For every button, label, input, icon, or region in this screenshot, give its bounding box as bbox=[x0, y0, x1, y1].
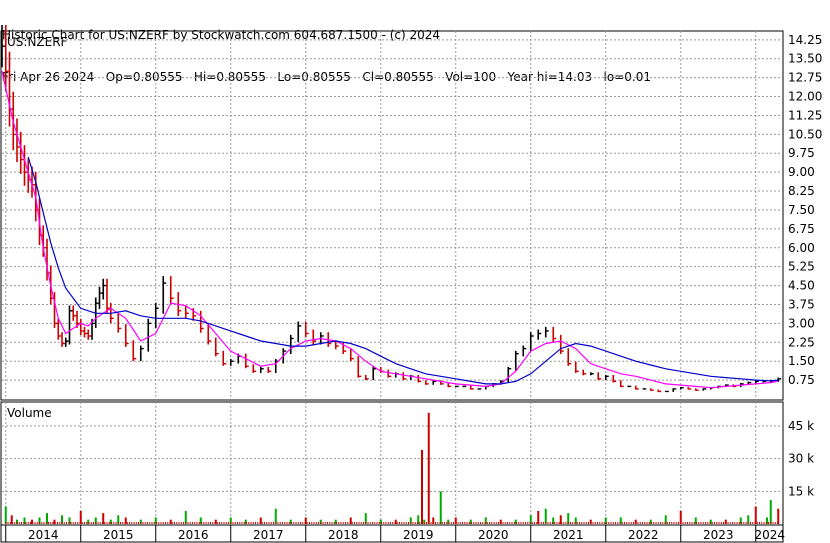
volume-grid bbox=[2, 402, 782, 524]
date-axis-ticks: 2014 2015 2016 2017 2018 2019 2020 2021 2022 2023… bbox=[5, 525, 785, 542]
date-tick-label: 2024 bbox=[754, 528, 785, 542]
date-tick-label: 2015 bbox=[103, 528, 134, 542]
moving-average-short-line bbox=[1, 71, 779, 389]
price-tick-label: 14.25 bbox=[788, 33, 822, 47]
price-axis-ticks: 14.25 13.50 12.75 12.00 11.25 10.50 9.75 9.00 8.… bbox=[788, 33, 822, 387]
price-panel-frame bbox=[0, 30, 784, 401]
date-tick-label: 2023 bbox=[703, 528, 734, 542]
date-tick-label: 2019 bbox=[403, 528, 434, 542]
chart-svg: US:NZERF Volume 14.25 13.50 12.75 12.00 11.2… bbox=[0, 24, 822, 543]
price-tick-label: 9.00 bbox=[788, 165, 815, 179]
price-tick-label: 0.75 bbox=[788, 373, 815, 387]
volume-axis-ticks: 45 k 30 k 15 k bbox=[788, 419, 814, 498]
date-tick-label: 2014 bbox=[28, 528, 59, 542]
date-tick-label: 2016 bbox=[178, 528, 209, 542]
price-panel-title: US:NZERF bbox=[7, 35, 68, 49]
volume-tick-label: 15 k bbox=[788, 484, 814, 498]
volume-tick-label: 45 k bbox=[788, 419, 814, 433]
stock-chart: Historic Chart for US:NZERF by Stockwatc… bbox=[0, 0, 830, 543]
price-tick-label: 3.00 bbox=[788, 316, 815, 330]
price-tick-label: 13.50 bbox=[788, 52, 822, 66]
price-tick-label: 12.75 bbox=[788, 71, 822, 85]
date-tick-label: 2022 bbox=[628, 528, 659, 542]
price-tick-label: 6.75 bbox=[788, 222, 815, 236]
volume-tick-label: 30 k bbox=[788, 452, 814, 466]
price-tick-label: 3.75 bbox=[788, 297, 815, 311]
price-bars bbox=[1, 24, 782, 393]
volume-bars bbox=[4, 412, 780, 524]
date-tick-label: 2017 bbox=[253, 528, 284, 542]
price-tick-label: 1.50 bbox=[788, 354, 815, 368]
moving-average-lines bbox=[1, 71, 779, 389]
price-tick-label: 9.75 bbox=[788, 146, 815, 160]
volume-panel-frame bbox=[0, 401, 784, 526]
price-tick-label: 7.50 bbox=[788, 203, 815, 217]
price-tick-label: 2.25 bbox=[788, 335, 815, 349]
date-tick-label: 2018 bbox=[328, 528, 359, 542]
price-tick-label: 6.00 bbox=[788, 241, 815, 255]
price-tick-label: 4.50 bbox=[788, 279, 815, 293]
price-tick-label: 10.50 bbox=[788, 127, 822, 141]
price-tick-label: 8.25 bbox=[788, 184, 815, 198]
price-grid bbox=[2, 31, 782, 399]
price-tick-label: 12.00 bbox=[788, 90, 822, 104]
price-tick-label: 5.25 bbox=[788, 260, 815, 274]
date-tick-label: 2020 bbox=[478, 528, 509, 542]
volume-panel-title: Volume bbox=[7, 406, 52, 420]
date-tick-label: 2021 bbox=[553, 528, 584, 542]
price-tick-label: 11.25 bbox=[788, 108, 822, 122]
